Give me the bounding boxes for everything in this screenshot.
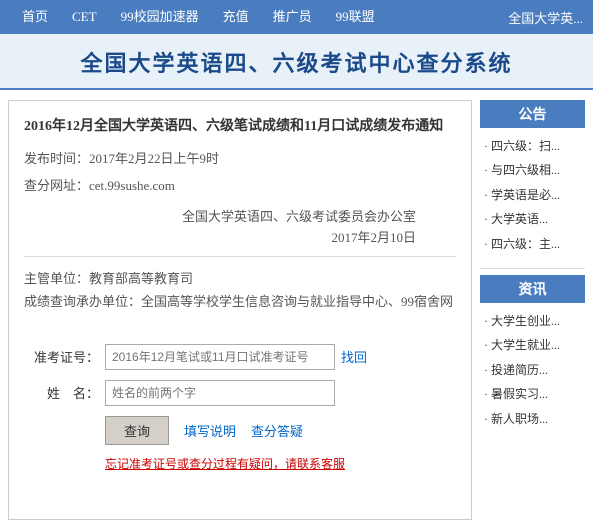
find-back-link[interactable]: 找回 — [341, 347, 367, 366]
announcement-item-2[interactable]: 学英语是必... — [480, 183, 585, 207]
top-nav: 首页 CET 99校园加速器 充值 推广员 99联盟 全国大学英... — [0, 0, 593, 34]
news-item-3[interactable]: 暑假实习... — [480, 382, 585, 406]
announcement-item-0[interactable]: 四六级：扫... — [480, 134, 585, 158]
news-item-4[interactable]: 新人职场... — [480, 407, 585, 431]
notice-title: 2016年12月全国大学英语四、六级笔试成绩和11月口试成绩发布通知 — [24, 116, 456, 137]
name-label: 姓 名： — [24, 383, 99, 402]
query-button[interactable]: 查询 — [105, 416, 169, 445]
notice-publish-time: 发布时间：2017年2月22日上午9时 — [24, 147, 456, 170]
announcement-item-1[interactable]: 与四六级相... — [480, 158, 585, 182]
sidebar-divider — [480, 268, 585, 269]
nav-promoter[interactable]: 推广员 — [261, 0, 324, 34]
announcement-heading: 公告 — [480, 100, 585, 128]
news-section: 资讯 大学生创业... 大学生就业... 投递简历... 暑假实习... 新人职… — [480, 275, 585, 431]
score-faq-link[interactable]: 查分答疑 — [251, 421, 303, 440]
announcement-item-4[interactable]: 四六级：主... — [480, 232, 585, 256]
name-row: 姓 名： — [24, 380, 456, 406]
fill-instructions-link[interactable]: 填写说明 — [184, 421, 236, 440]
main-layout: 2016年12月全国大学英语四、六级笔试成绩和11月口试成绩发布通知 发布时间：… — [0, 90, 593, 530]
nav-home[interactable]: 首页 — [10, 0, 60, 34]
forgot-link[interactable]: 忘记准考证号或查分过程有疑问，请联系客服 — [105, 455, 456, 472]
nav-cet[interactable]: CET — [60, 0, 109, 34]
notice-query-url: 查分网址：cet.99sushe.com — [24, 174, 456, 197]
announcement-section: 公告 四六级：扫... 与四六级相... 学英语是必... 大学英语... 四六… — [480, 100, 585, 256]
nav-recharge[interactable]: 充值 — [211, 0, 261, 34]
news-heading: 资讯 — [480, 275, 585, 303]
notice-date: 2017年2月10日 — [24, 227, 416, 246]
nav-accelerator[interactable]: 99校园加速器 — [109, 0, 211, 34]
exam-id-row: 准考证号： 找回 — [24, 344, 456, 370]
exam-id-input[interactable] — [105, 344, 335, 370]
btn-row: 查询 填写说明 查分答疑 — [105, 416, 456, 445]
news-item-2[interactable]: 投递简历... — [480, 358, 585, 382]
query-form: 准考证号： 找回 姓 名： 查询 填写说明 查分答疑 忘记准考证号或查分过程有疑… — [24, 334, 456, 482]
announcement-item-3[interactable]: 大学英语... — [480, 207, 585, 231]
site-title-text: 全国大学英语四、六级考试中心查分系统 — [0, 46, 593, 78]
site-title-banner: 全国大学英语四、六级考试中心查分系统 — [0, 34, 593, 90]
exam-id-label: 准考证号： — [24, 347, 99, 366]
left-content: 2016年12月全国大学英语四、六级笔试成绩和11月口试成绩发布通知 发布时间：… — [8, 100, 472, 520]
responsible-unit-1: 主管单位：教育部高等教育司 — [24, 267, 456, 290]
nav-alliance[interactable]: 99联盟 — [324, 0, 387, 34]
news-item-1[interactable]: 大学生就业... — [480, 333, 585, 357]
right-sidebar: 公告 四六级：扫... 与四六级相... 学英语是必... 大学英语... 四六… — [480, 100, 585, 520]
notice-divider — [24, 256, 456, 257]
nav-right-label: 全国大学英... — [508, 8, 583, 27]
notice-org: 全国大学英语四、六级考试委员会办公室 — [24, 206, 416, 225]
name-input[interactable] — [105, 380, 335, 406]
news-item-0[interactable]: 大学生创业... — [480, 309, 585, 333]
responsible-unit-2: 成绩查询承办单位：全国高等学校学生信息咨询与就业指导中心、99宿舍网 — [24, 290, 456, 313]
